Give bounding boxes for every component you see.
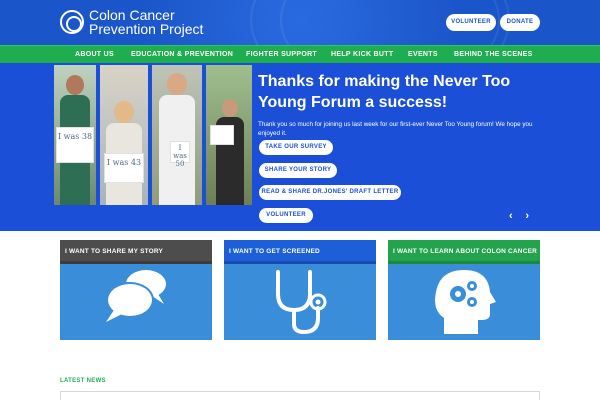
hero-photo: I was 43: [100, 65, 148, 205]
latest-news-panel: [60, 391, 540, 400]
hero-photo: [206, 65, 252, 205]
read-share-letter-button[interactable]: READ & SHARE DR.JONES' DRAFT LETTER: [259, 185, 401, 200]
main-nav: ABOUT US EDUCATION & PREVENTION FIGHTER …: [0, 45, 600, 63]
nav-item-about-us[interactable]: ABOUT US: [75, 46, 114, 64]
card-title: I WANT TO GET SCREENED: [224, 240, 376, 264]
site-header: Colon Cancer Prevention Project VOLUNTEE…: [0, 0, 600, 45]
hero-slider: I was 38 I was 43 I was 50 Thanks for ma…: [0, 63, 600, 231]
person-head: [114, 101, 134, 123]
card-share-story[interactable]: I WANT TO SHARE MY STORY: [60, 240, 212, 340]
donate-button[interactable]: DONATE: [500, 14, 540, 31]
card-title: I WANT TO LEARN ABOUT COLON CANCER: [388, 240, 540, 264]
card-learn-colon-cancer[interactable]: I WANT TO LEARN ABOUT COLON CANCER: [388, 240, 540, 340]
head-gears-icon: [435, 270, 496, 334]
nav-item-education-prevention[interactable]: EDUCATION & PREVENTION: [131, 46, 233, 64]
logo-text: Colon Cancer Prevention Project: [89, 8, 203, 36]
hero-photo: I was 38: [54, 65, 96, 205]
hero-sign: I was 38: [56, 127, 94, 163]
prev-arrow-icon[interactable]: ‹: [509, 210, 513, 222]
person-head: [66, 75, 84, 95]
nav-item-fighter-support[interactable]: FIGHTER SUPPORT: [246, 46, 317, 64]
stethoscope-icon: [276, 270, 327, 335]
hero-sign: I was 43: [104, 153, 144, 183]
hero-text: Thank you so much for joining us last we…: [258, 121, 533, 137]
share-your-story-button[interactable]: SHARE YOUR STORY: [259, 163, 337, 178]
logo-swirl-icon: [60, 10, 84, 34]
latest-news-heading: LATEST NEWS: [60, 378, 106, 384]
site-logo[interactable]: Colon Cancer Prevention Project: [60, 8, 203, 36]
person-head: [167, 73, 187, 95]
next-arrow-icon[interactable]: ›: [525, 210, 529, 222]
logo-line-1: Colon Cancer: [89, 7, 175, 23]
hero-volunteer-button[interactable]: VOLUNTEER: [259, 208, 313, 223]
logo-line-2: Prevention Project: [89, 21, 204, 37]
hero-photo: I was 50: [152, 65, 202, 205]
card-body: [60, 264, 212, 340]
card-body: [388, 264, 540, 340]
hero-sign: [210, 125, 234, 145]
nav-item-events[interactable]: EVENTS: [408, 46, 438, 64]
nav-item-help-kick-butt[interactable]: HELP KICK BUTT: [331, 46, 393, 64]
slider-arrows: ‹ ›: [509, 210, 529, 222]
take-our-survey-button[interactable]: TAKE OUR SURVEY: [259, 140, 333, 155]
hero-sign: I was 50: [170, 141, 190, 168]
nav-item-behind-the-scenes[interactable]: BEHIND THE SCENES: [454, 46, 533, 64]
card-title: I WANT TO SHARE MY STORY: [60, 240, 212, 264]
person-head: [222, 99, 238, 117]
card-get-screened[interactable]: I WANT TO GET SCREENED: [224, 240, 376, 340]
chat-bubbles-icon: [106, 270, 166, 322]
card-body: [224, 264, 376, 340]
volunteer-button[interactable]: VOLUNTEER: [446, 14, 496, 31]
hero-title: Thanks for making the Never Too Young Fo…: [258, 73, 511, 111]
